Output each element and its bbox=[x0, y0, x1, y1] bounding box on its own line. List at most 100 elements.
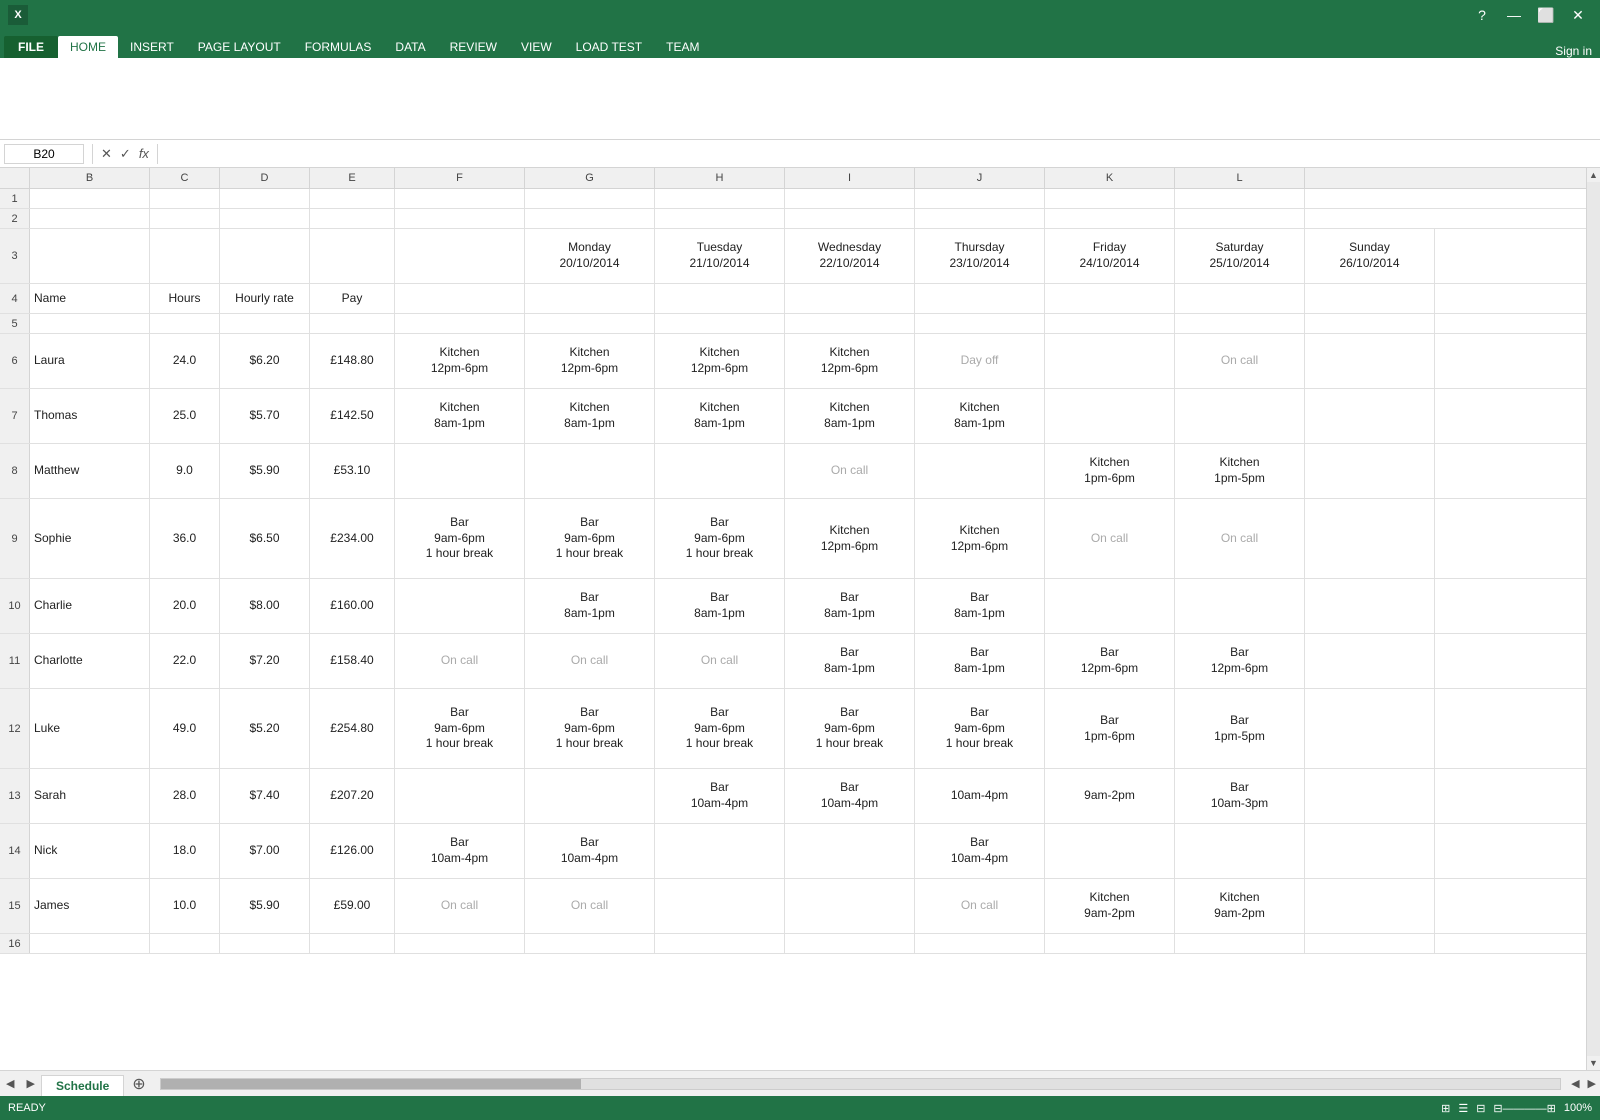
cell-i5[interactable] bbox=[785, 314, 915, 333]
cell-l13-sun[interactable]: Bar10am-3pm bbox=[1175, 769, 1305, 823]
cell-j15-fri[interactable]: On call bbox=[915, 879, 1045, 933]
cell-g3-monday[interactable]: Monday20/10/2014 bbox=[525, 229, 655, 283]
cell-f5[interactable] bbox=[395, 314, 525, 333]
cell-i2[interactable] bbox=[785, 209, 915, 228]
cell-k1[interactable] bbox=[1045, 189, 1175, 208]
function-icon[interactable]: fx bbox=[139, 146, 149, 162]
cell-e4-pay[interactable]: Pay bbox=[310, 284, 395, 313]
cell-f13-mon[interactable] bbox=[395, 769, 525, 823]
cell-f1[interactable] bbox=[395, 189, 525, 208]
horizontal-scrollbar[interactable] bbox=[160, 1078, 1561, 1090]
cell-b1[interactable] bbox=[30, 189, 150, 208]
cell-i14-thu[interactable] bbox=[785, 824, 915, 878]
cell-d1[interactable] bbox=[220, 189, 310, 208]
confirm-formula-icon[interactable]: ✓ bbox=[120, 146, 131, 162]
cell-d10[interactable]: $8.00 bbox=[220, 579, 310, 633]
cell-j9-fri[interactable]: Kitchen12pm-6pm bbox=[915, 499, 1045, 578]
cell-f16[interactable] bbox=[395, 934, 525, 953]
cell-l10-sun[interactable] bbox=[1175, 579, 1305, 633]
cell-l4[interactable] bbox=[1175, 284, 1305, 313]
cell-c13[interactable]: 28.0 bbox=[150, 769, 220, 823]
cell-m9[interactable] bbox=[1305, 499, 1435, 578]
cell-i11-thu[interactable]: Bar8am-1pm bbox=[785, 634, 915, 688]
cell-c15[interactable]: 10.0 bbox=[150, 879, 220, 933]
cell-b13-sarah[interactable]: Sarah bbox=[30, 769, 150, 823]
col-header-b[interactable]: B bbox=[30, 168, 150, 188]
cell-k3-friday[interactable]: Friday24/10/2014 bbox=[1045, 229, 1175, 283]
cell-j7-fri[interactable]: Kitchen8am-1pm bbox=[915, 389, 1045, 443]
cell-c12[interactable]: 49.0 bbox=[150, 689, 220, 768]
tab-file[interactable]: FILE bbox=[4, 36, 58, 58]
cell-k4[interactable] bbox=[1045, 284, 1175, 313]
cell-i6-thu[interactable]: Kitchen12pm-6pm bbox=[785, 334, 915, 388]
cell-h5[interactable] bbox=[655, 314, 785, 333]
cell-l16[interactable] bbox=[1175, 934, 1305, 953]
cell-i15-thu[interactable] bbox=[785, 879, 915, 933]
cell-f2[interactable] bbox=[395, 209, 525, 228]
col-header-f[interactable]: F bbox=[395, 168, 525, 188]
cell-k5[interactable] bbox=[1045, 314, 1175, 333]
cell-c1[interactable] bbox=[150, 189, 220, 208]
cell-c6[interactable]: 24.0 bbox=[150, 334, 220, 388]
cell-k6-sat[interactable] bbox=[1045, 334, 1175, 388]
cell-j4[interactable] bbox=[915, 284, 1045, 313]
scroll-left-icon[interactable]: ◀ bbox=[1567, 1077, 1583, 1090]
cell-l15-sun[interactable]: Kitchen9am-2pm bbox=[1175, 879, 1305, 933]
cell-k9-sat[interactable]: On call bbox=[1045, 499, 1175, 578]
tab-home[interactable]: HOME bbox=[58, 36, 118, 58]
cell-l12-sun[interactable]: Bar1pm-5pm bbox=[1175, 689, 1305, 768]
cell-c11[interactable]: 22.0 bbox=[150, 634, 220, 688]
cell-i4[interactable] bbox=[785, 284, 915, 313]
tab-data[interactable]: DATA bbox=[383, 36, 437, 58]
cell-b12-luke[interactable]: Luke bbox=[30, 689, 150, 768]
page-break-icon[interactable]: ⊟ bbox=[1476, 1102, 1485, 1115]
cell-g13-tue[interactable] bbox=[525, 769, 655, 823]
tab-load-test[interactable]: LOAD TEST bbox=[564, 36, 654, 58]
cell-k16[interactable] bbox=[1045, 934, 1175, 953]
cell-j12-fri[interactable]: Bar9am-6pm1 hour break bbox=[915, 689, 1045, 768]
help-button[interactable]: ? bbox=[1468, 5, 1496, 25]
col-header-h[interactable]: H bbox=[655, 168, 785, 188]
cell-l14-sun[interactable] bbox=[1175, 824, 1305, 878]
cell-reference-input[interactable]: B20 bbox=[4, 144, 84, 164]
cell-e5[interactable] bbox=[310, 314, 395, 333]
cell-f10-mon[interactable] bbox=[395, 579, 525, 633]
col-header-k[interactable]: K bbox=[1045, 168, 1175, 188]
cell-j2[interactable] bbox=[915, 209, 1045, 228]
cell-h9-wed[interactable]: Bar9am-6pm1 hour break bbox=[655, 499, 785, 578]
cell-g11-tue[interactable]: On call bbox=[525, 634, 655, 688]
tab-insert[interactable]: INSERT bbox=[118, 36, 186, 58]
cell-g2[interactable] bbox=[525, 209, 655, 228]
cell-h16[interactable] bbox=[655, 934, 785, 953]
cell-k15-sat[interactable]: Kitchen9am-2pm bbox=[1045, 879, 1175, 933]
cell-m7[interactable] bbox=[1305, 389, 1435, 443]
cell-e12[interactable]: £254.80 bbox=[310, 689, 395, 768]
cell-m5[interactable] bbox=[1305, 314, 1435, 333]
cell-e15[interactable]: £59.00 bbox=[310, 879, 395, 933]
cell-m12[interactable] bbox=[1305, 689, 1435, 768]
cell-f6-mon[interactable]: Kitchen12pm-6pm bbox=[395, 334, 525, 388]
cell-h7-wed[interactable]: Kitchen8am-1pm bbox=[655, 389, 785, 443]
cell-l1[interactable] bbox=[1175, 189, 1305, 208]
cell-j3-thursday[interactable]: Thursday23/10/2014 bbox=[915, 229, 1045, 283]
cell-d13[interactable]: $7.40 bbox=[220, 769, 310, 823]
cell-f14-mon[interactable]: Bar10am-4pm bbox=[395, 824, 525, 878]
cell-e7[interactable]: £142.50 bbox=[310, 389, 395, 443]
cell-g12-tue[interactable]: Bar9am-6pm1 hour break bbox=[525, 689, 655, 768]
cell-j1[interactable] bbox=[915, 189, 1045, 208]
cell-e16[interactable] bbox=[310, 934, 395, 953]
cell-k2[interactable] bbox=[1045, 209, 1175, 228]
cell-f8-mon[interactable] bbox=[395, 444, 525, 498]
cell-e8[interactable]: £53.10 bbox=[310, 444, 395, 498]
col-header-j[interactable]: J bbox=[915, 168, 1045, 188]
cell-d8[interactable]: $5.90 bbox=[220, 444, 310, 498]
cell-g5[interactable] bbox=[525, 314, 655, 333]
cell-j11-fri[interactable]: Bar8am-1pm bbox=[915, 634, 1045, 688]
cell-l7-sun[interactable] bbox=[1175, 389, 1305, 443]
cell-g1[interactable] bbox=[525, 189, 655, 208]
cell-b6-laura[interactable]: Laura bbox=[30, 334, 150, 388]
scroll-track[interactable] bbox=[1587, 182, 1600, 1056]
cell-m11[interactable] bbox=[1305, 634, 1435, 688]
tab-view[interactable]: VIEW bbox=[509, 36, 564, 58]
tab-team[interactable]: TEAM bbox=[654, 36, 711, 58]
